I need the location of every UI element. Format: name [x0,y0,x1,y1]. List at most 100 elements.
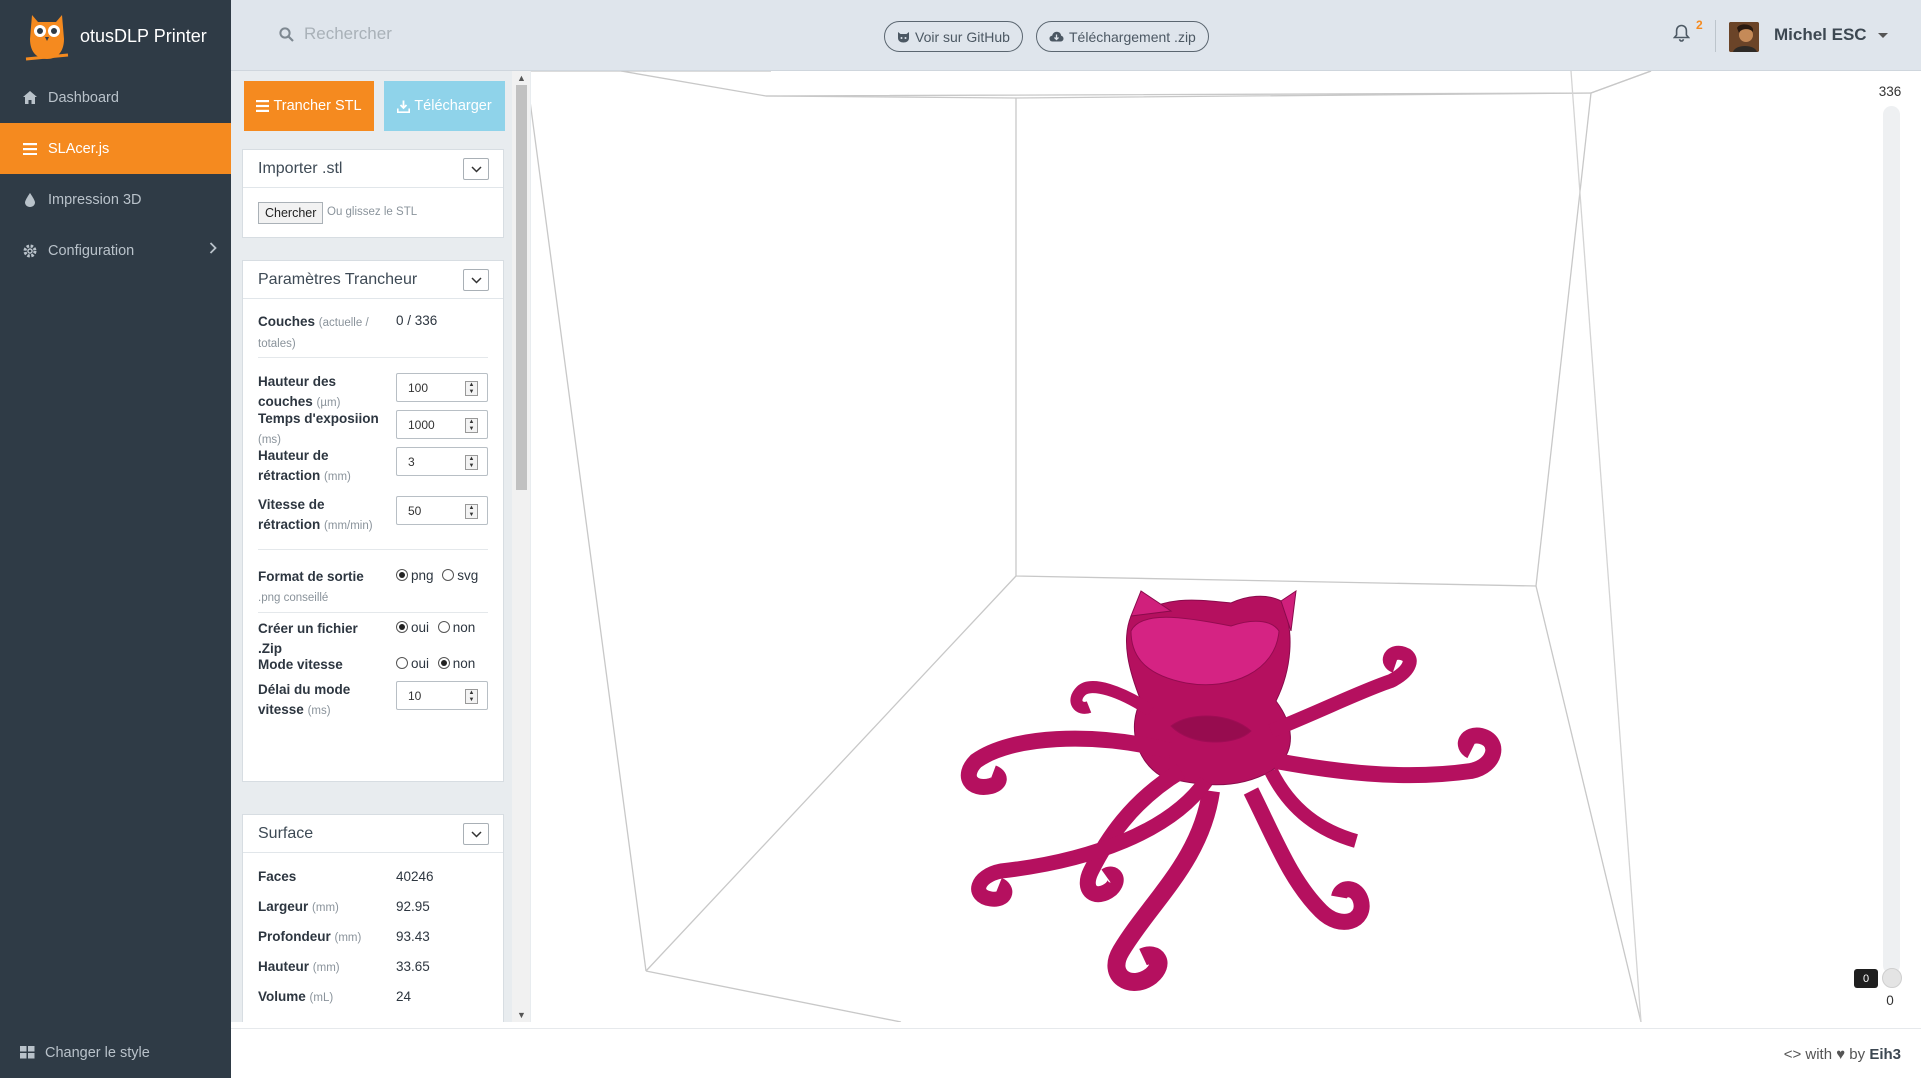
model-mesh [960,589,1502,991]
author-link[interactable]: Eih3 [1869,1046,1901,1063]
change-style-label: Changer le style [45,1044,150,1061]
topbar-divider [1715,20,1716,52]
github-icon [898,31,909,42]
output-format-label: Format de sortie .png conseillé [258,569,364,604]
surface-card: Surface Faces 40246 Largeur (mm) 92.95 Pro… [242,814,504,1022]
sidebar-item-dashboard[interactable]: Dashboard [0,72,231,123]
retract-speed-input[interactable]: 50 ▲ ▼ [396,496,488,525]
output-format-radios: png svg [396,568,483,583]
topbar: Voir sur GitHub Téléchargement .zip 2 Mi… [231,0,1921,71]
scrollbar-thumb[interactable] [516,85,527,490]
sidebar-item-label: SLAcer.js [48,140,110,157]
sidebar-item-label: Impression 3D [48,191,142,208]
output-png-radio[interactable] [396,569,408,581]
zip-no-radio[interactable] [437,621,450,633]
layer-height-label: Hauteur des couches (µm) [258,374,341,409]
speed-delay-input[interactable]: 10 ▲ ▼ [396,681,488,710]
layer-current-badge: 0 [1854,969,1878,988]
sidebar-item-slacer[interactable]: SLAcer.js [0,123,231,174]
import-card: Importer .stl Chercher Ou glissez le STL [242,149,504,238]
user-name[interactable]: Michel ESC [1774,25,1867,45]
layer-slider-track[interactable] [1883,106,1900,974]
import-card-title: Importer .stl [258,159,343,177]
chevron-down-icon[interactable] [1878,33,1888,38]
download-zip-button[interactable]: Téléchargement .zip [1036,21,1209,52]
layers-label: Couches (actuelle / totales) [258,314,369,350]
change-style-button[interactable]: Changer le style [0,1027,231,1078]
download-label: Télécharger [414,98,492,114]
sidebar-item-label: Dashboard [48,89,119,106]
download-button[interactable]: Télécharger [384,81,505,131]
volume-value: 24 [396,989,412,1004]
slicer-params-card: Paramètres Trancheur Couches (actuelle /… [242,260,504,782]
home-icon [22,90,38,106]
height-value: 33.65 [396,959,430,974]
slice-stl-button[interactable]: Trancher STL [244,81,374,131]
layer-slider-handle[interactable] [1882,968,1902,988]
search-box [279,24,504,44]
surface-collapse-button[interactable] [463,823,489,845]
chevron-down-icon [470,830,482,838]
retract-height-label: Hauteur de rétraction (mm) [258,448,351,483]
download-icon [397,100,411,113]
sidebar-item-impression[interactable]: Impression 3D [0,174,231,225]
exposure-input[interactable]: 1000 ▲ ▼ [396,410,488,439]
slicer-collapse-button[interactable] [463,269,489,291]
app-title: otusDLP Printer [80,25,207,46]
search-icon [279,26,294,42]
github-button[interactable]: Voir sur GitHub [884,21,1023,52]
layers-value: 0 / 336 [396,313,438,328]
speed-yes-radio[interactable] [396,657,408,669]
search-input[interactable] [304,24,504,44]
download-zip-label: Téléchargement .zip [1069,28,1196,45]
drop-hint: Ou glissez le STL [327,206,418,218]
depth-label: Profondeur (mm) [258,929,362,944]
zip-label: Créer un fichier .Zip [258,621,358,656]
scroll-up-icon[interactable]: ▲ [517,73,526,83]
speed-mode-radios: oui non [396,656,480,671]
output-svg-radio[interactable] [442,569,455,581]
avatar-image [1729,22,1759,52]
width-value: 92.95 [396,899,430,914]
brand[interactable]: otusDLP Printer [0,0,231,72]
zip-yes-radio[interactable] [396,621,408,633]
height-label: Hauteur (mm) [258,959,340,974]
browse-button[interactable]: Chercher [258,202,324,224]
speed-mode-label: Mode vitesse [258,657,343,672]
footer-credit: <> with ♥ by Eih3 [1783,1046,1901,1063]
sidebar-item-configuration[interactable]: Configuration [0,225,231,276]
settings-panel: Trancher STL Télécharger Importer .stl C… [231,71,531,1022]
3d-viewport[interactable] [531,71,1860,1022]
chevron-right-icon [209,242,217,254]
retract-speed-label: Vitesse de rétraction (mm/min) [258,497,373,532]
depth-value: 93.43 [396,929,430,944]
owl-logo-icon [25,15,69,61]
speed-no-radio[interactable] [437,657,450,669]
scroll-down-icon[interactable]: ▼ [517,1010,526,1020]
faces-label: Faces [258,869,297,884]
gear-icon [22,243,38,259]
speed-delay-label: Délai du mode vitesse (ms) [258,682,351,717]
droplet-icon [22,192,38,208]
layer-max-label: 336 [1878,84,1902,99]
list-icon [22,141,38,157]
chevron-down-icon [470,276,482,284]
panel-scrollbar[interactable]: ▲ ▼ [512,71,530,1022]
footer: <> with ♥ by Eih3 [231,1028,1921,1078]
width-label: Largeur (mm) [258,899,339,914]
grid-icon [20,1046,35,1059]
exposure-label: Temps d'exposiion (ms) [258,411,379,446]
retract-height-input[interactable]: 3 ▲ ▼ [396,447,488,476]
surface-card-title: Surface [258,824,314,842]
build-volume-render [531,71,1652,1022]
bell-icon[interactable] [1673,24,1690,42]
import-collapse-button[interactable] [463,158,489,180]
volume-label: Volume (mL) [258,989,334,1004]
layers-icon [256,100,270,112]
cloud-download-icon [1049,31,1064,42]
faces-value: 40246 [396,869,434,884]
avatar[interactable] [1729,22,1759,52]
chevron-down-icon [470,165,482,173]
layer-height-input[interactable]: 100 ▲ ▼ [396,373,488,402]
sidebar: otusDLP Printer Dashboard SLAcer.js Impr… [0,0,231,1078]
